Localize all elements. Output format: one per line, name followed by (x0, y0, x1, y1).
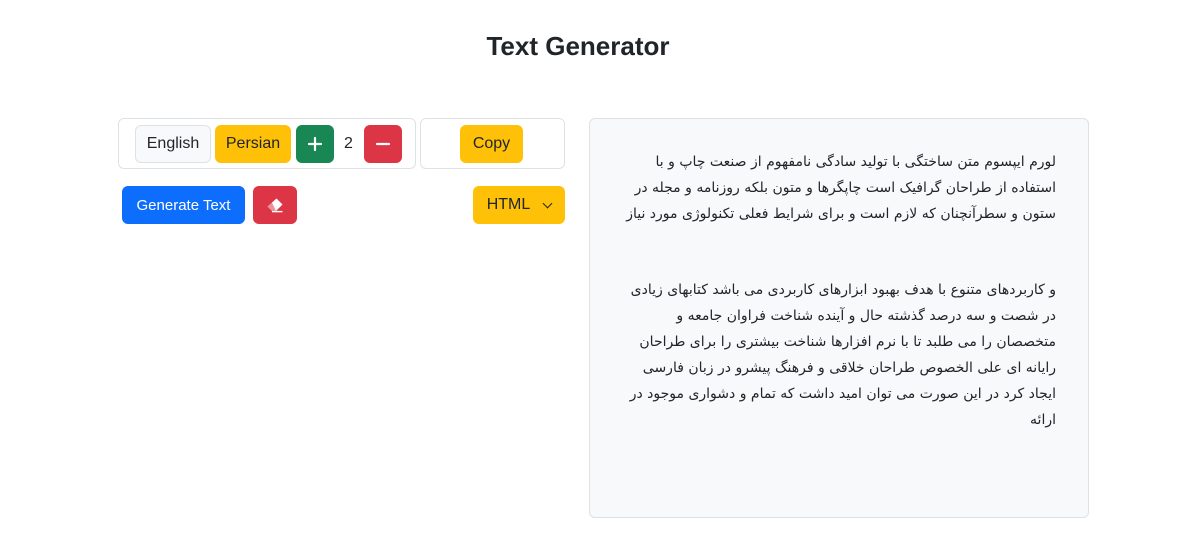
increase-paragraphs-button[interactable] (296, 125, 334, 163)
generate-text-button[interactable]: Generate Text (122, 186, 245, 224)
persian-button[interactable]: Persian (215, 125, 291, 163)
plus-icon (307, 136, 323, 152)
page-title: Text Generator (486, 31, 670, 61)
chevron-down-icon (542, 198, 553, 208)
english-button[interactable]: English (135, 125, 211, 163)
decrease-paragraphs-button[interactable] (364, 125, 402, 163)
copy-button[interactable]: Copy (460, 125, 523, 163)
language-controls: English Persian 2 (118, 118, 416, 169)
minus-icon (375, 142, 391, 146)
generated-text-output: لورم ایپسوم متن ساختگی با تولید سادگی نا… (589, 118, 1089, 518)
format-select-value: HTML (486, 196, 531, 213)
output-paragraph: لورم ایپسوم متن ساختگی با تولید سادگی نا… (626, 154, 1056, 222)
clear-button[interactable] (253, 186, 297, 224)
paragraph-count: 2 (344, 135, 353, 152)
copy-controls: Copy (420, 118, 565, 169)
output-paragraph: و کاربردهای متنوع با هدف بهبود ابزارهای … (629, 282, 1056, 428)
format-select[interactable]: HTML (473, 186, 565, 224)
eraser-icon (267, 198, 283, 213)
